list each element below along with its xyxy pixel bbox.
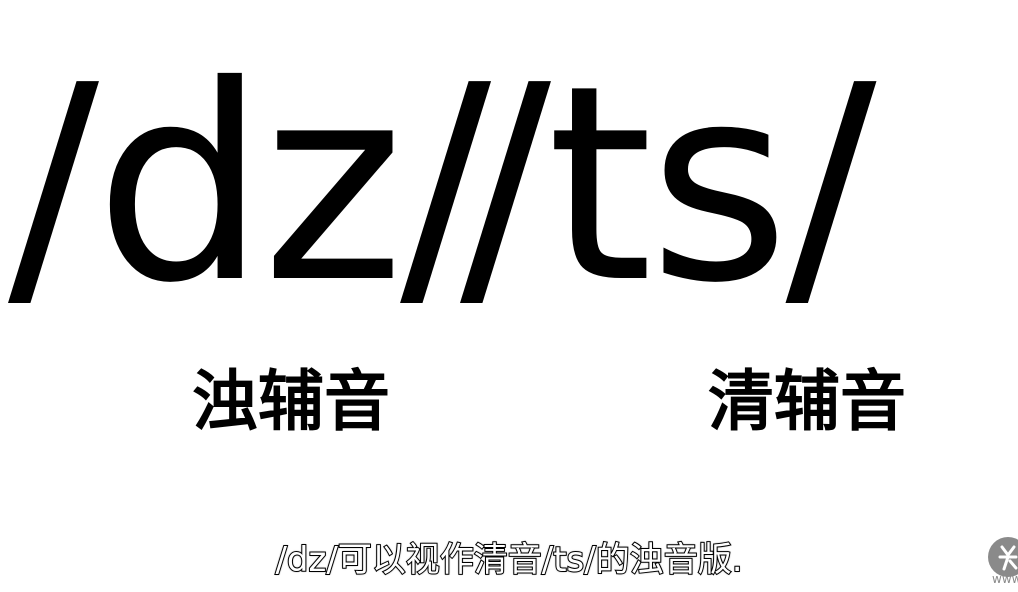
video-frame: /dz/ /ts/ 浊辅音 清辅音 /dz/可以视作清音/ts/的浊音版. ww… [0,0,1018,592]
video-subtitle: /dz/可以视作清音/ts/的浊音版. [274,540,743,580]
watermark-text: www [992,572,1018,586]
voiceless-phoneme-symbol: /ts/ [460,27,876,342]
voiced-phoneme-symbol: /dz/ [8,27,491,342]
voiced-consonant-label: 浊辅音 [192,362,390,440]
channel-logo-icon [988,537,1018,577]
voiceless-consonant-label: 清辅音 [708,362,906,440]
